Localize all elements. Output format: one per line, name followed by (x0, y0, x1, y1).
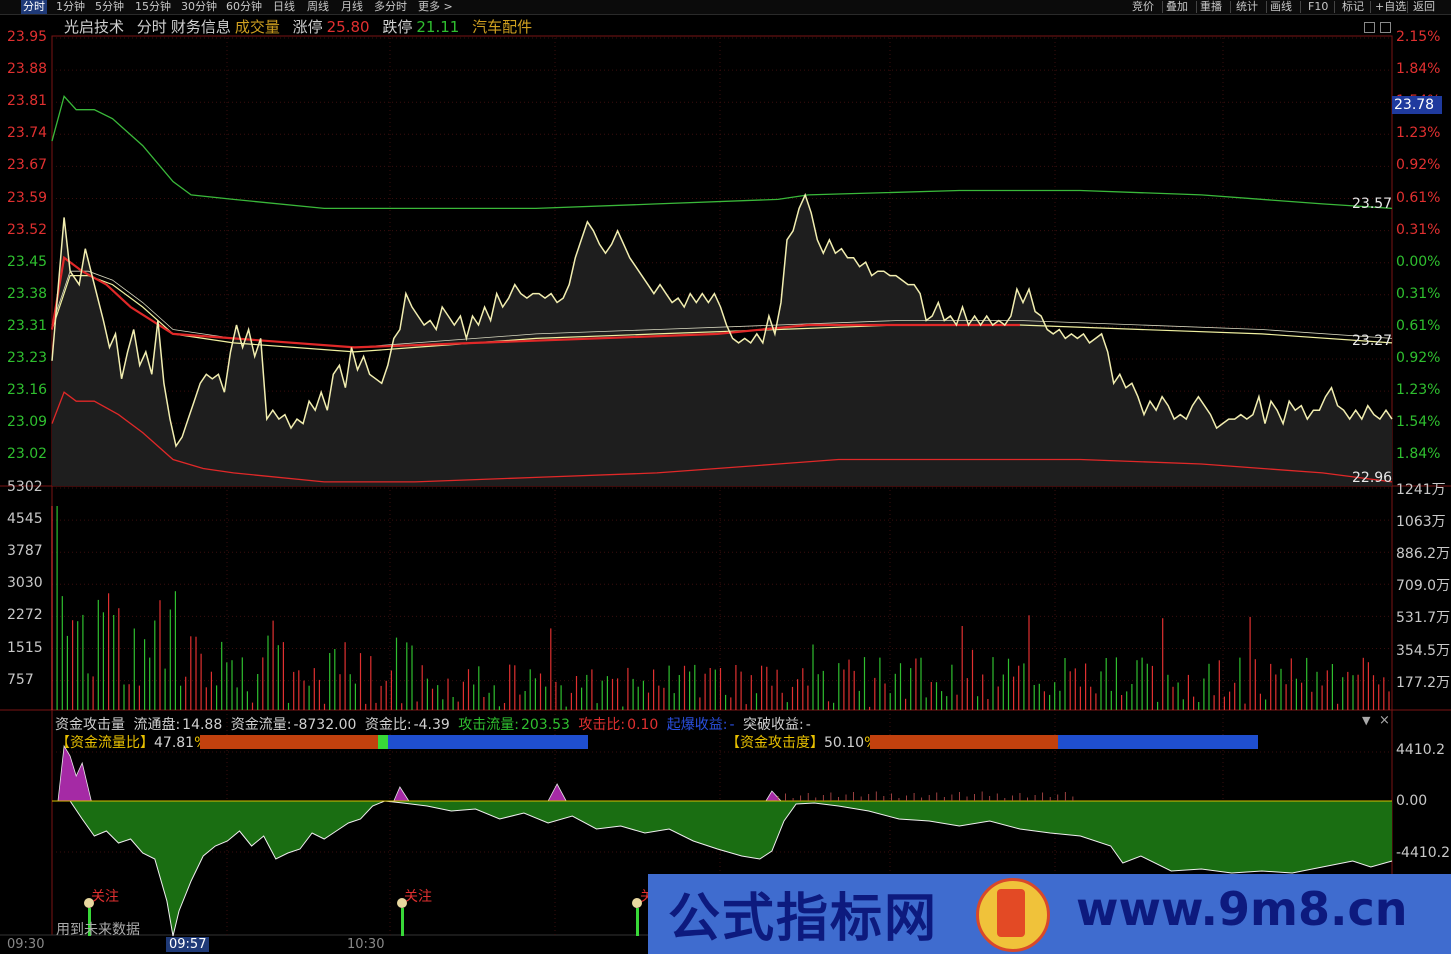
attack-degree-value: 50.10 (824, 735, 865, 751)
flow-ratio-buy-bar (388, 735, 588, 749)
capital-inflow-peak (57, 744, 92, 802)
percent-tick-label: 1.84% (1396, 61, 1441, 78)
price-tick-label: 23.23 (7, 350, 48, 366)
volume-tick-label: 531.7万 (1396, 610, 1451, 627)
flow-ratio-label: 【资金流量比】47.81%买 (56, 732, 221, 752)
percent-tick-label: 0.61% (1396, 189, 1441, 206)
attack-degree-title: 【资金攻击度】 (726, 735, 824, 751)
percent-tick-label: 0.92% (1396, 350, 1441, 366)
indicator-axis-top: 4410.2 (1396, 742, 1445, 758)
percent-tick-label: 1.23% (1396, 125, 1441, 142)
indicator-name[interactable]: 资金攻击量 (55, 717, 125, 733)
volume-tick-label: 757 (7, 671, 34, 688)
percent-tick-label: 2.15% (1396, 29, 1441, 45)
price-tick-label: 23.95 (7, 29, 48, 45)
dropdown-icon[interactable]: ▼ (1362, 714, 1370, 727)
middle-line-label: 23.27 (1352, 333, 1393, 349)
price-tick-label: 23.02 (7, 446, 48, 463)
volume-tick-label: 5302 (7, 479, 43, 495)
current-price-tag: 23.78 (1392, 96, 1442, 114)
volume-tick-label: 1063万 (1396, 514, 1446, 531)
ratio-value: -4.39 (413, 717, 450, 733)
percent-tick-label: 0.31% (1396, 221, 1441, 238)
price-tick-label: 23.31 (7, 317, 48, 334)
burst-value: - (729, 717, 735, 733)
price-tick-label: 23.81 (7, 93, 48, 110)
percent-tick-label: 1.23% (1396, 382, 1441, 399)
time-start: 09:30 (7, 937, 45, 952)
intraday-chart (0, 35, 1451, 937)
signal-stem (401, 908, 404, 936)
volume-tick-label: 709.0万 (1396, 578, 1451, 595)
break-label: 突破收益: (743, 717, 804, 733)
percent-tick-label: 0.31% (1396, 285, 1441, 302)
capital-inflow-peak (765, 790, 782, 802)
percent-tick-label: 0.61% (1396, 317, 1441, 334)
price-tick-label: 23.67 (7, 157, 48, 174)
float-label: 流通盘: (133, 717, 181, 733)
volume-tick-label: 4545 (7, 511, 43, 528)
watermark-banner: 公式指标网 www.9m8.cn (648, 874, 1451, 954)
lower-line-label: 22.96 (1352, 470, 1393, 486)
flow-ratio-mid-bar (378, 735, 388, 749)
attack-flow-label: 攻击流量: (458, 717, 519, 733)
volume-tick-label: 1515 (7, 639, 43, 656)
attack-ratio-value: 0.10 (627, 717, 659, 733)
price-tick-label: 23.52 (7, 221, 48, 238)
percent-tick-label: 0.00% (1396, 253, 1441, 270)
price-tick-label: 23.16 (7, 382, 48, 399)
volume-tick-label: 177.2万 (1396, 674, 1451, 691)
watermark-text: 公式指标网 (668, 889, 939, 949)
upper-line-label: 23.57 (1352, 196, 1393, 212)
indicator-header: 资金攻击量 流通盘: 14.88 资金流量: -8732.00 资金比: -4.39 … (55, 714, 815, 734)
signal-stem (636, 908, 639, 936)
volume-tick-label: 3030 (7, 575, 43, 592)
volume-tick-label: 3787 (7, 543, 43, 560)
float-value: 14.88 (182, 717, 223, 733)
money-bag-icon (397, 898, 407, 908)
indicator-axis-bottom: -4410.2 (1396, 845, 1451, 861)
close-icon[interactable]: × (1379, 713, 1390, 728)
volume-tick-label: 1241万 (1396, 482, 1446, 498)
burst-label: 起爆收益: (666, 717, 728, 733)
time-1030: 10:30 (347, 937, 385, 952)
flow-ratio-sell-bar (200, 735, 378, 749)
attack-flow-value: 203.53 (520, 717, 570, 733)
volume-tick-label: 354.5万 (1396, 642, 1451, 659)
ratio-label: 资金比: (364, 717, 412, 733)
price-tick-label: 23.09 (7, 414, 48, 431)
watermark-url: www.9m8.cn (1076, 882, 1408, 936)
attack-ratio-label: 攻击比: (578, 717, 626, 733)
price-tick-label: 23.38 (7, 285, 48, 302)
attack-degree-label: 【资金攻击度】50.10%买 (726, 732, 891, 752)
volume-bars (51, 506, 1390, 710)
percent-tick-label: 0.92% (1396, 157, 1441, 174)
flow-ratio-title: 【资金流量比】 (56, 735, 154, 751)
flow-value: -8732.00 (293, 717, 357, 733)
time-cursor: 09:57 (166, 937, 210, 952)
signal-watch-1: 关注 (91, 889, 119, 905)
break-value: - (805, 717, 811, 733)
price-tick-label: 23.88 (7, 61, 48, 78)
upper-band-line (51, 94, 1393, 210)
volume-tick-label: 886.2万 (1396, 546, 1451, 563)
attack-degree-sell-bar (870, 735, 1058, 749)
future-data-note: 用到未来数据 (56, 922, 140, 938)
flow-ratio-value: 47.81 (154, 735, 195, 751)
volume-tick-label: 2272 (7, 607, 43, 624)
site-logo-icon (976, 878, 1050, 952)
price-tick-label: 23.45 (7, 253, 48, 270)
money-bag-icon (84, 898, 94, 908)
capital-inflow-peak (393, 786, 410, 802)
percent-tick-label: 1.84% (1396, 446, 1441, 463)
indicator-axis-zero: 0.00 (1396, 793, 1428, 809)
capital-inflow-peak (547, 783, 567, 802)
percent-tick-label: 1.54% (1396, 414, 1441, 431)
price-tick-label: 23.74 (7, 125, 48, 142)
price-tick-label: 23.59 (7, 189, 48, 206)
money-bag-icon (632, 898, 642, 908)
signal-watch-2: 关注 (404, 889, 432, 905)
attack-degree-buy-bar (1058, 735, 1258, 749)
flow-label: 资金流量: (230, 717, 292, 733)
